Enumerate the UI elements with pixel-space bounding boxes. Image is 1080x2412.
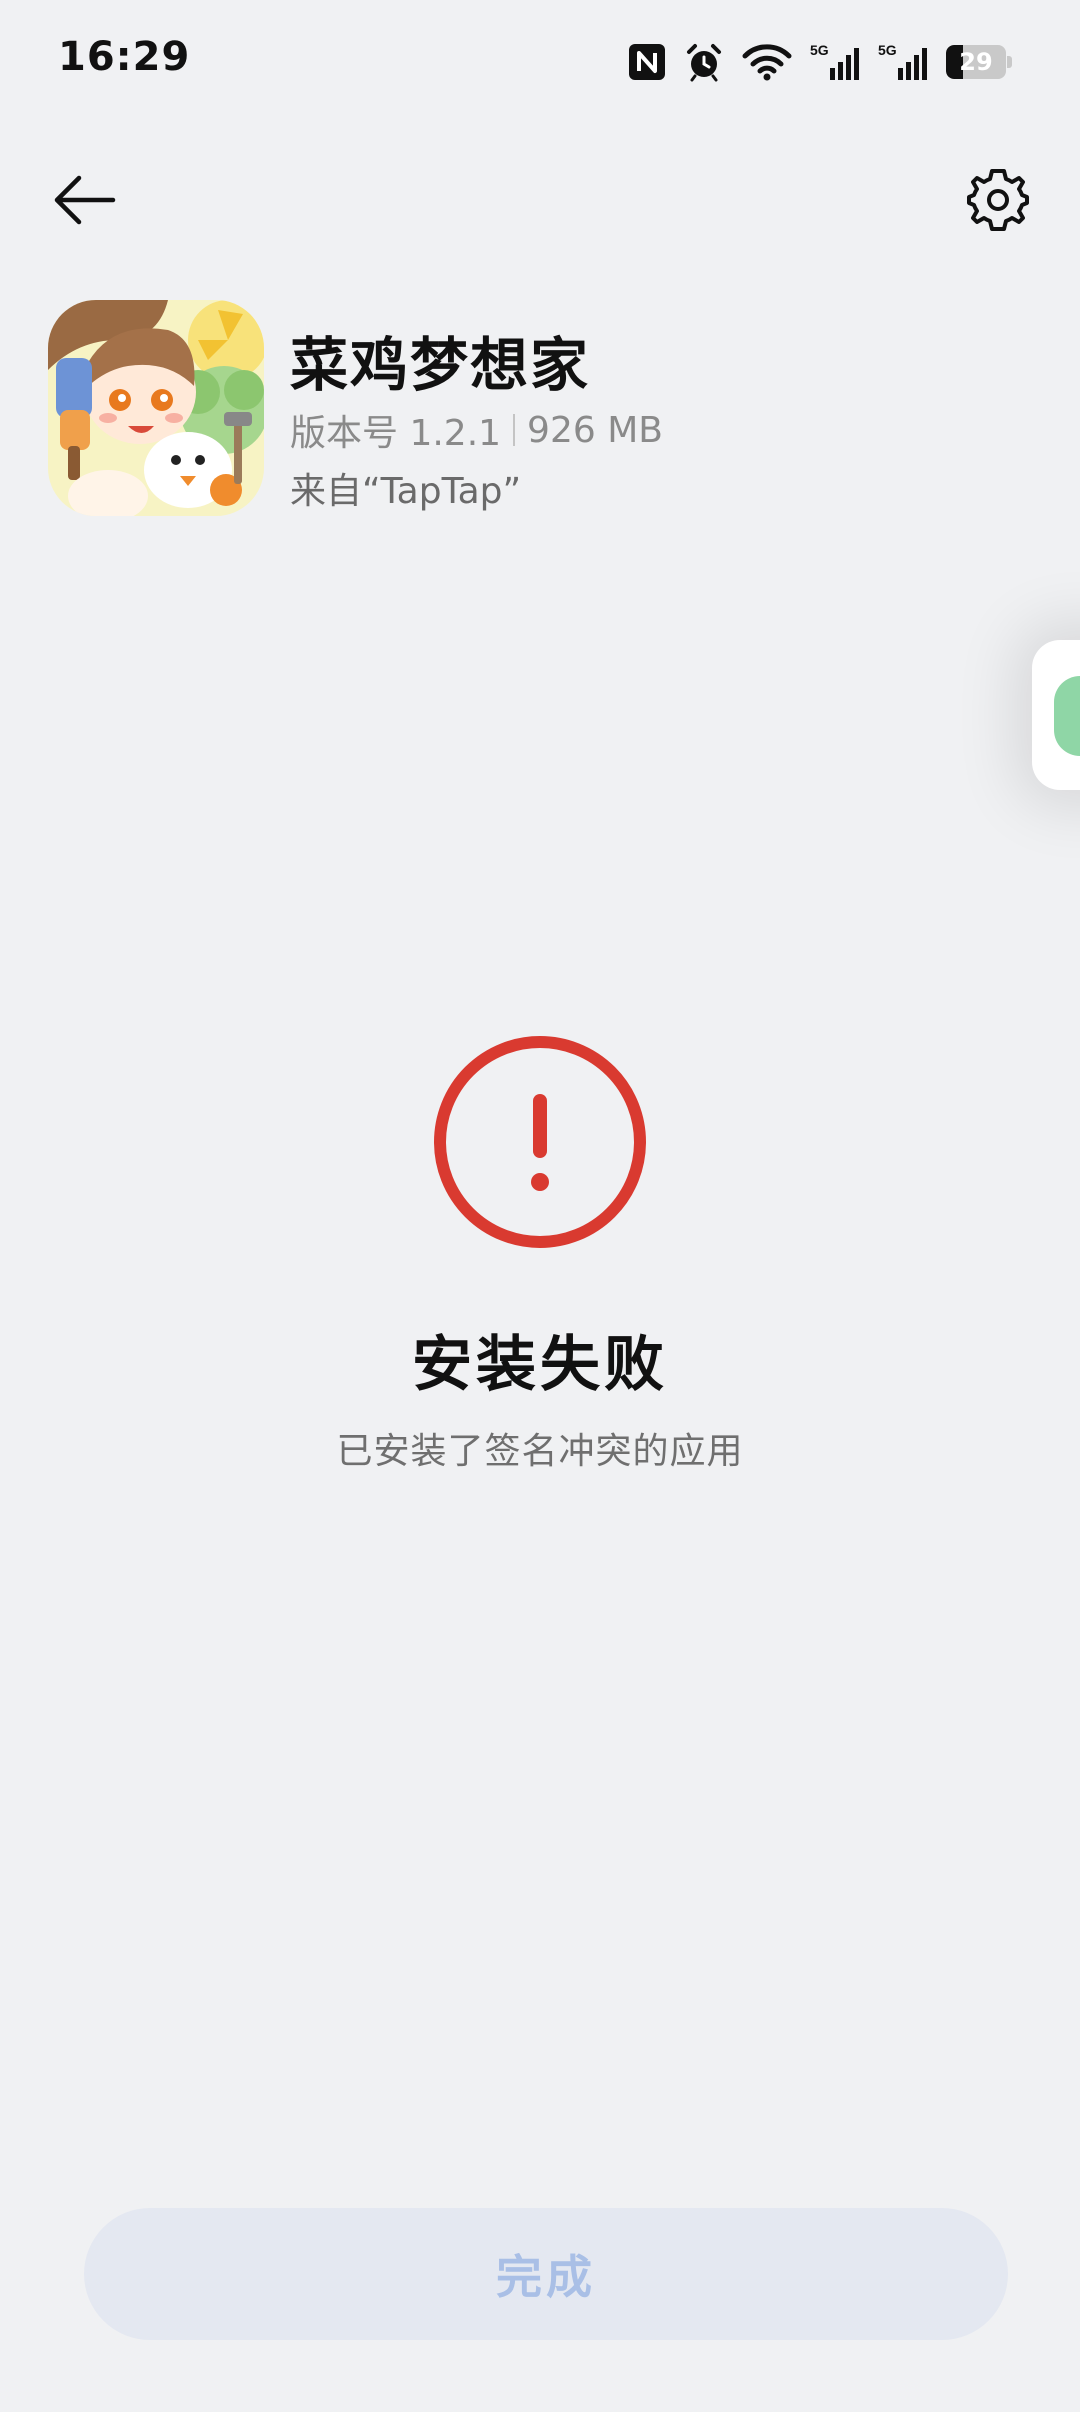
error-exclamation-icon (430, 1032, 650, 1252)
signal-5g-icon: 5G (878, 42, 928, 82)
svg-text:5G: 5G (878, 42, 897, 58)
assistant-icon (1054, 676, 1080, 756)
alarm-icon (684, 42, 724, 82)
floating-assistant-bubble[interactable] (1032, 640, 1080, 790)
status-icons: 5G 5G 29 (628, 40, 1012, 84)
nfc-icon (628, 43, 666, 81)
gear-icon (967, 169, 1029, 231)
arrow-left-icon (54, 175, 116, 225)
back-button[interactable] (44, 160, 124, 240)
wifi-icon (742, 43, 792, 81)
status-time: 16:29 (58, 34, 191, 80)
app-icon (48, 300, 264, 516)
settings-button[interactable] (956, 158, 1040, 242)
app-source: 来自“TapTap” (290, 471, 522, 512)
battery-level-text: 29 (959, 48, 993, 76)
status-bar: 16:29 5G 5G 29 (0, 0, 1080, 120)
signal-5g-icon: 5G (810, 42, 860, 82)
app-version-line: 版本号 1.2.1 926 MB (290, 404, 663, 456)
app-name: 菜鸡梦想家 (290, 331, 591, 399)
svg-text:5G: 5G (810, 42, 829, 58)
app-size: 926 MB (527, 409, 663, 451)
install-result-title: 安装失败 (412, 1330, 668, 1400)
battery-icon: 29 (946, 45, 1012, 79)
app-version: 版本号 1.2.1 (290, 413, 502, 454)
done-button[interactable]: 完成 (84, 2208, 1008, 2340)
version-divider (513, 414, 516, 446)
install-result-message: 已安装了签名冲突的应用 (336, 1431, 744, 1472)
